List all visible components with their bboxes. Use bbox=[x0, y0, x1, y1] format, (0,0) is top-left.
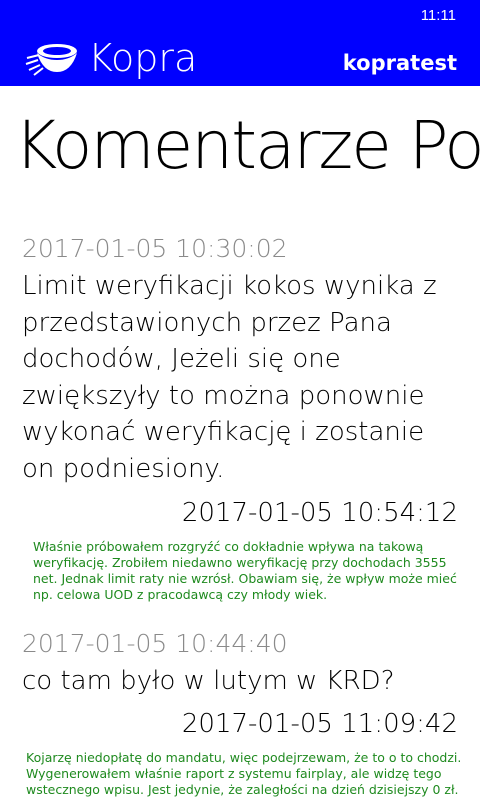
answer-date: 2017-01-05 10:54:12 bbox=[181, 498, 458, 528]
app-header: 11:11 Kopra kopratest bbox=[0, 0, 480, 86]
answer-date: 2017-01-05 11:09:42 bbox=[181, 708, 458, 739]
status-time: 11:11 bbox=[420, 7, 456, 24]
answer-text: Właśnie próbowałem rozgryźć co dokładnie… bbox=[33, 539, 457, 602]
kopra-logo-icon bbox=[25, 44, 77, 76]
user-name[interactable]: kopratest bbox=[343, 51, 457, 75]
comment-item[interactable]: 2017-01-05 10:30:02 Limit weryfikacji ko… bbox=[0, 230, 480, 603]
question-date: 2017-01-05 10:30:02 bbox=[22, 234, 288, 263]
page-title: Komentarze Podsumowania bbox=[14, 107, 480, 184]
app-name: Kopra bbox=[88, 36, 198, 80]
answer-text: Kojarzę niedopłatę do mandatu, więc pode… bbox=[26, 749, 462, 797]
question-date: 2017-01-05 10:44:40 bbox=[22, 629, 288, 658]
comment-item[interactable]: 2017-01-05 10:44:40 co tam było w lutym … bbox=[0, 625, 480, 798]
question-text: co tam było w lutym w KRD? bbox=[22, 666, 395, 696]
comments-list: 2017-01-05 10:30:02 Limit weryfikacji ko… bbox=[0, 230, 480, 798]
question-text: Limit weryfikacji kokos wynika z przedst… bbox=[22, 271, 437, 484]
